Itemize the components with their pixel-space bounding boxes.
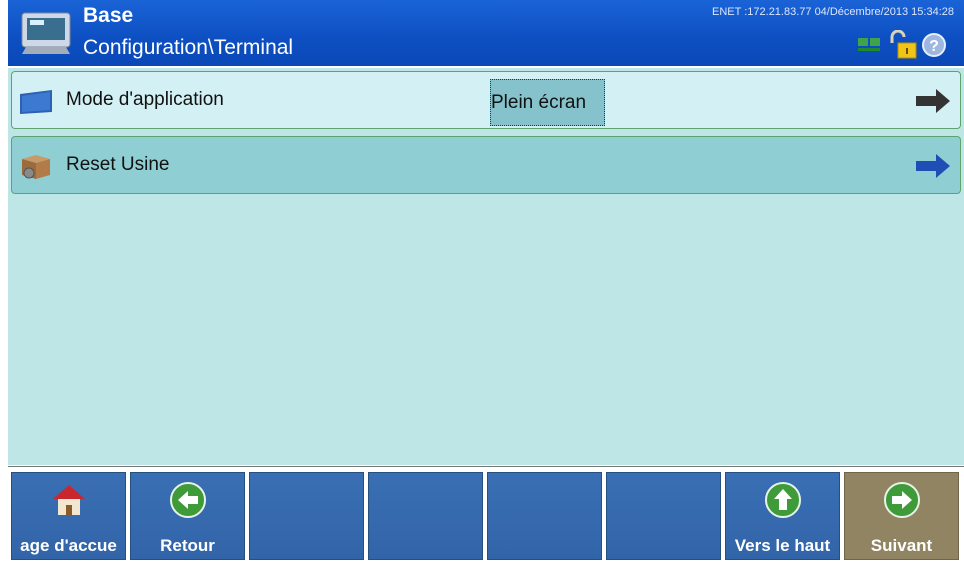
unlock-icon xyxy=(890,30,917,59)
softkey-empty-3[interactable] xyxy=(487,472,602,560)
home-icon xyxy=(52,485,85,515)
softkey-empty-1[interactable] xyxy=(249,472,364,560)
menu-item-label: Mode d'application xyxy=(66,89,224,110)
mode-value-field[interactable]: Plein écran xyxy=(490,79,605,126)
menu-list: Mode d'application Plein écran Reset Usi… xyxy=(8,68,964,465)
arrow-right-icon[interactable] xyxy=(914,87,952,115)
softkey-bar: age d'accue Retour Vers le haut Suivant xyxy=(8,466,964,562)
next-icon xyxy=(883,482,920,518)
svg-text:?: ? xyxy=(929,38,939,55)
page-title: Base xyxy=(83,4,134,27)
arrow-right-icon[interactable] xyxy=(914,152,952,180)
terminal-icon xyxy=(21,12,71,54)
menu-item-reset-usine[interactable]: Reset Usine xyxy=(11,136,961,194)
softkey-label: Vers le haut xyxy=(734,536,831,555)
menu-item-mode-application[interactable]: Mode d'application Plein écran xyxy=(11,71,961,129)
header-bar: Base Configuration\Terminal ENET :172.21… xyxy=(8,0,964,66)
softkey-empty-2[interactable] xyxy=(368,472,483,560)
home-button[interactable]: age d'accue xyxy=(11,472,126,560)
network-icon xyxy=(858,38,880,51)
header-icons: ? xyxy=(858,30,946,59)
status-line: ENET :172.21.83.77 04/Décembre/2013 15:3… xyxy=(712,6,954,18)
terminal-screen: Base Configuration\Terminal ENET :172.21… xyxy=(8,0,964,562)
back-icon xyxy=(169,482,206,518)
softkey-label: age d'accue xyxy=(20,536,117,555)
back-button[interactable]: Retour xyxy=(130,472,245,560)
factory-reset-box-icon xyxy=(22,155,50,179)
help-icon[interactable]: ? xyxy=(922,33,946,57)
softkey-label: Retour xyxy=(160,536,215,555)
scroll-up-button[interactable]: Vers le haut xyxy=(725,472,840,560)
breadcrumb: Configuration\Terminal xyxy=(83,36,294,59)
softkey-empty-4[interactable] xyxy=(606,472,721,560)
monitor-icon xyxy=(20,90,52,114)
next-button[interactable]: Suivant xyxy=(844,472,959,560)
softkey-label: Suivant xyxy=(870,536,933,555)
up-icon xyxy=(764,482,801,518)
menu-item-label: Reset Usine xyxy=(66,154,170,175)
